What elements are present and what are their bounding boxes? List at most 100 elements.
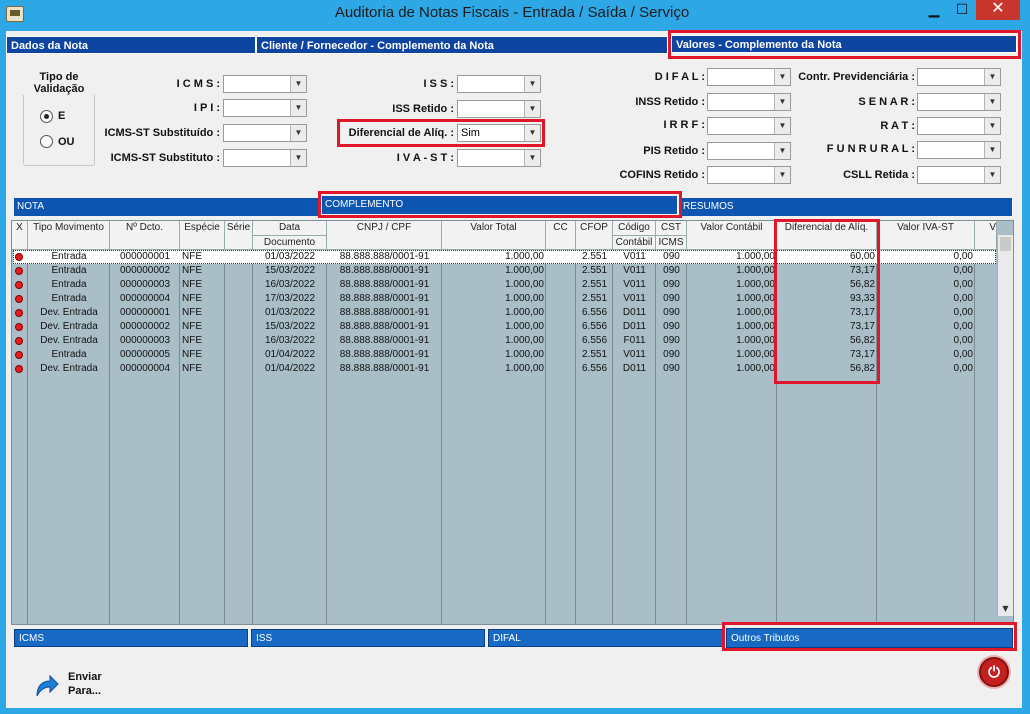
table-cell-valor-iva-st[interactable]: 0,00 — [877, 362, 975, 376]
table-cell-valor-iva-st[interactable]: 0,00 — [877, 320, 975, 334]
table-cell-especie[interactable]: NFE — [180, 348, 225, 362]
table-cell-data[interactable]: 15/03/2022 — [253, 320, 327, 334]
table-cell-serie[interactable] — [225, 320, 253, 334]
table-cell-cc[interactable] — [546, 292, 576, 306]
table-cell-valor-total[interactable]: 1.000,00 — [442, 320, 546, 334]
header-tipo-movimento[interactable]: Tipo Movimento — [28, 221, 110, 250]
table-cell-cnpj[interactable]: 88.888.888/0001-91 — [327, 292, 442, 306]
radio-e[interactable] — [40, 110, 53, 123]
table-cell-cfop[interactable]: 2.551 — [576, 278, 613, 292]
row-status-icon[interactable] — [15, 323, 23, 331]
tab-resumos[interactable]: RESUMOS — [680, 198, 1013, 216]
table-cell-serie[interactable] — [225, 362, 253, 376]
table-cell-cfop[interactable]: 6.556 — [576, 334, 613, 348]
table-cell-valor-total[interactable]: 1.000,00 — [442, 250, 546, 264]
table-cell-valor-contabil[interactable]: 1.000,00 — [687, 334, 777, 348]
table-cell-tipo[interactable]: Dev. Entrada — [28, 362, 110, 376]
ipi-select[interactable]: ▼ — [223, 99, 307, 117]
table-cell-serie[interactable] — [225, 264, 253, 278]
table-cell-ndcto[interactable]: 000000002 — [110, 320, 180, 334]
table-cell-cc[interactable] — [546, 362, 576, 376]
row-status-icon[interactable] — [15, 365, 23, 373]
table-cell-valor-total[interactable]: 1.000,00 — [442, 292, 546, 306]
table-cell-valor-iva-st[interactable]: 0,00 — [877, 264, 975, 278]
table-cell-serie[interactable] — [225, 334, 253, 348]
table-cell-cnpj[interactable]: 88.888.888/0001-91 — [327, 348, 442, 362]
row-status-icon[interactable] — [15, 337, 23, 345]
table-cell-valor-total[interactable]: 1.000,00 — [442, 306, 546, 320]
table-cell-codigo[interactable]: D011 — [613, 320, 656, 334]
table-cell-especie[interactable]: NFE — [180, 292, 225, 306]
table-cell-cfop[interactable]: 6.556 — [576, 362, 613, 376]
table-cell-data[interactable]: 01/03/2022 — [253, 306, 327, 320]
table-cell-dif-aliq[interactable]: 93,33 — [777, 292, 877, 306]
table-cell-dif-aliq[interactable]: 56,82 — [777, 362, 877, 376]
section-valores[interactable]: Valores - Complemento da Nota — [671, 35, 1017, 53]
table-cell-cc[interactable] — [546, 278, 576, 292]
table-cell-cc[interactable] — [546, 306, 576, 320]
header-valor-total[interactable]: Valor Total — [442, 221, 546, 250]
header-codigo-contabil[interactable]: Código Contábil — [613, 221, 656, 250]
header-x[interactable]: X — [12, 221, 28, 250]
scrollbar-thumb[interactable] — [1000, 237, 1011, 251]
row-status-icon[interactable] — [15, 267, 23, 275]
notes-grid[interactable]: X Tipo Movimento Nº Dcto. Espécie Série … — [11, 220, 1014, 625]
table-cell-dif-aliq[interactable]: 60,00 — [777, 250, 877, 264]
table-cell-especie[interactable]: NFE — [180, 320, 225, 334]
irrf-select[interactable]: ▼ — [707, 117, 791, 135]
table-cell-valor-iva-st[interactable]: 0,00 — [877, 306, 975, 320]
table-cell-tipo[interactable]: Entrada — [28, 264, 110, 278]
funrural-select[interactable]: ▼ — [917, 141, 1001, 159]
chevron-down-icon[interactable]: ▼ — [1000, 604, 1011, 614]
table-cell-ndcto[interactable]: 000000001 — [110, 250, 180, 264]
table-cell-ndcto[interactable]: 000000002 — [110, 264, 180, 278]
table-cell-codigo[interactable]: V011 — [613, 264, 656, 278]
table-cell-cnpj[interactable]: 88.888.888/0001-91 — [327, 320, 442, 334]
table-cell-codigo[interactable]: V011 — [613, 348, 656, 362]
table-cell-dif-aliq[interactable]: 73,17 — [777, 348, 877, 362]
table-cell-cfop[interactable]: 6.556 — [576, 306, 613, 320]
table-cell-cfop[interactable]: 2.551 — [576, 292, 613, 306]
header-serie[interactable]: Série — [225, 221, 253, 250]
table-cell-valor-contabil[interactable]: 1.000,00 — [687, 320, 777, 334]
row-status-icon[interactable] — [15, 309, 23, 317]
send-to-button[interactable]: Enviar Para... — [32, 668, 122, 704]
rat-select[interactable]: ▼ — [917, 117, 1001, 135]
tab-complemento[interactable]: COMPLEMENTO — [322, 196, 678, 214]
table-cell-cnpj[interactable]: 88.888.888/0001-91 — [327, 334, 442, 348]
table-cell-tipo[interactable]: Entrada — [28, 250, 110, 264]
table-cell-cst[interactable]: 090 — [656, 292, 687, 306]
table-cell-cc[interactable] — [546, 264, 576, 278]
icms-st-substituido-select[interactable]: ▼ — [223, 124, 307, 142]
table-cell-cnpj[interactable]: 88.888.888/0001-91 — [327, 264, 442, 278]
section-cliente-fornecedor[interactable]: Cliente / Fornecedor - Complemento da No… — [256, 36, 668, 54]
cofins-retido-select[interactable]: ▼ — [707, 166, 791, 184]
table-cell-especie[interactable]: NFE — [180, 250, 225, 264]
diferencial-aliq-select[interactable]: Sim ▼ — [457, 124, 541, 142]
table-cell-codigo[interactable]: D011 — [613, 306, 656, 320]
table-cell-dif-aliq[interactable]: 56,82 — [777, 278, 877, 292]
row-status-icon[interactable] — [15, 351, 23, 359]
table-cell-data[interactable]: 01/04/2022 — [253, 362, 327, 376]
table-cell-ndcto[interactable]: 000000004 — [110, 362, 180, 376]
table-cell-valor-iva-st[interactable]: 0,00 — [877, 348, 975, 362]
table-cell-serie[interactable] — [225, 278, 253, 292]
header-n-dcto[interactable]: Nº Dcto. — [110, 221, 180, 250]
senar-select[interactable]: ▼ — [917, 93, 1001, 111]
header-cst-icms[interactable]: CST ICMS — [656, 221, 687, 250]
exit-button[interactable]: ⏻ — [979, 657, 1009, 687]
minimize-button[interactable]: ▁ — [920, 0, 948, 20]
table-cell-valor-contabil[interactable]: 1.000,00 — [687, 348, 777, 362]
table-cell-data[interactable]: 16/03/2022 — [253, 278, 327, 292]
table-cell-especie[interactable]: NFE — [180, 306, 225, 320]
table-cell-cst[interactable]: 090 — [656, 362, 687, 376]
table-cell-valor-total[interactable]: 1.000,00 — [442, 334, 546, 348]
contr-previdenciaria-select[interactable]: ▼ — [917, 68, 1001, 86]
header-especie[interactable]: Espécie — [180, 221, 225, 250]
table-cell-codigo[interactable]: F011 — [613, 334, 656, 348]
table-cell-ndcto[interactable]: 000000001 — [110, 306, 180, 320]
table-cell-valor-total[interactable]: 1.000,00 — [442, 348, 546, 362]
table-cell-cst[interactable]: 090 — [656, 278, 687, 292]
table-cell-valor-total[interactable]: 1.000,00 — [442, 264, 546, 278]
header-valor-iva-st[interactable]: Valor IVA-ST — [877, 221, 975, 250]
